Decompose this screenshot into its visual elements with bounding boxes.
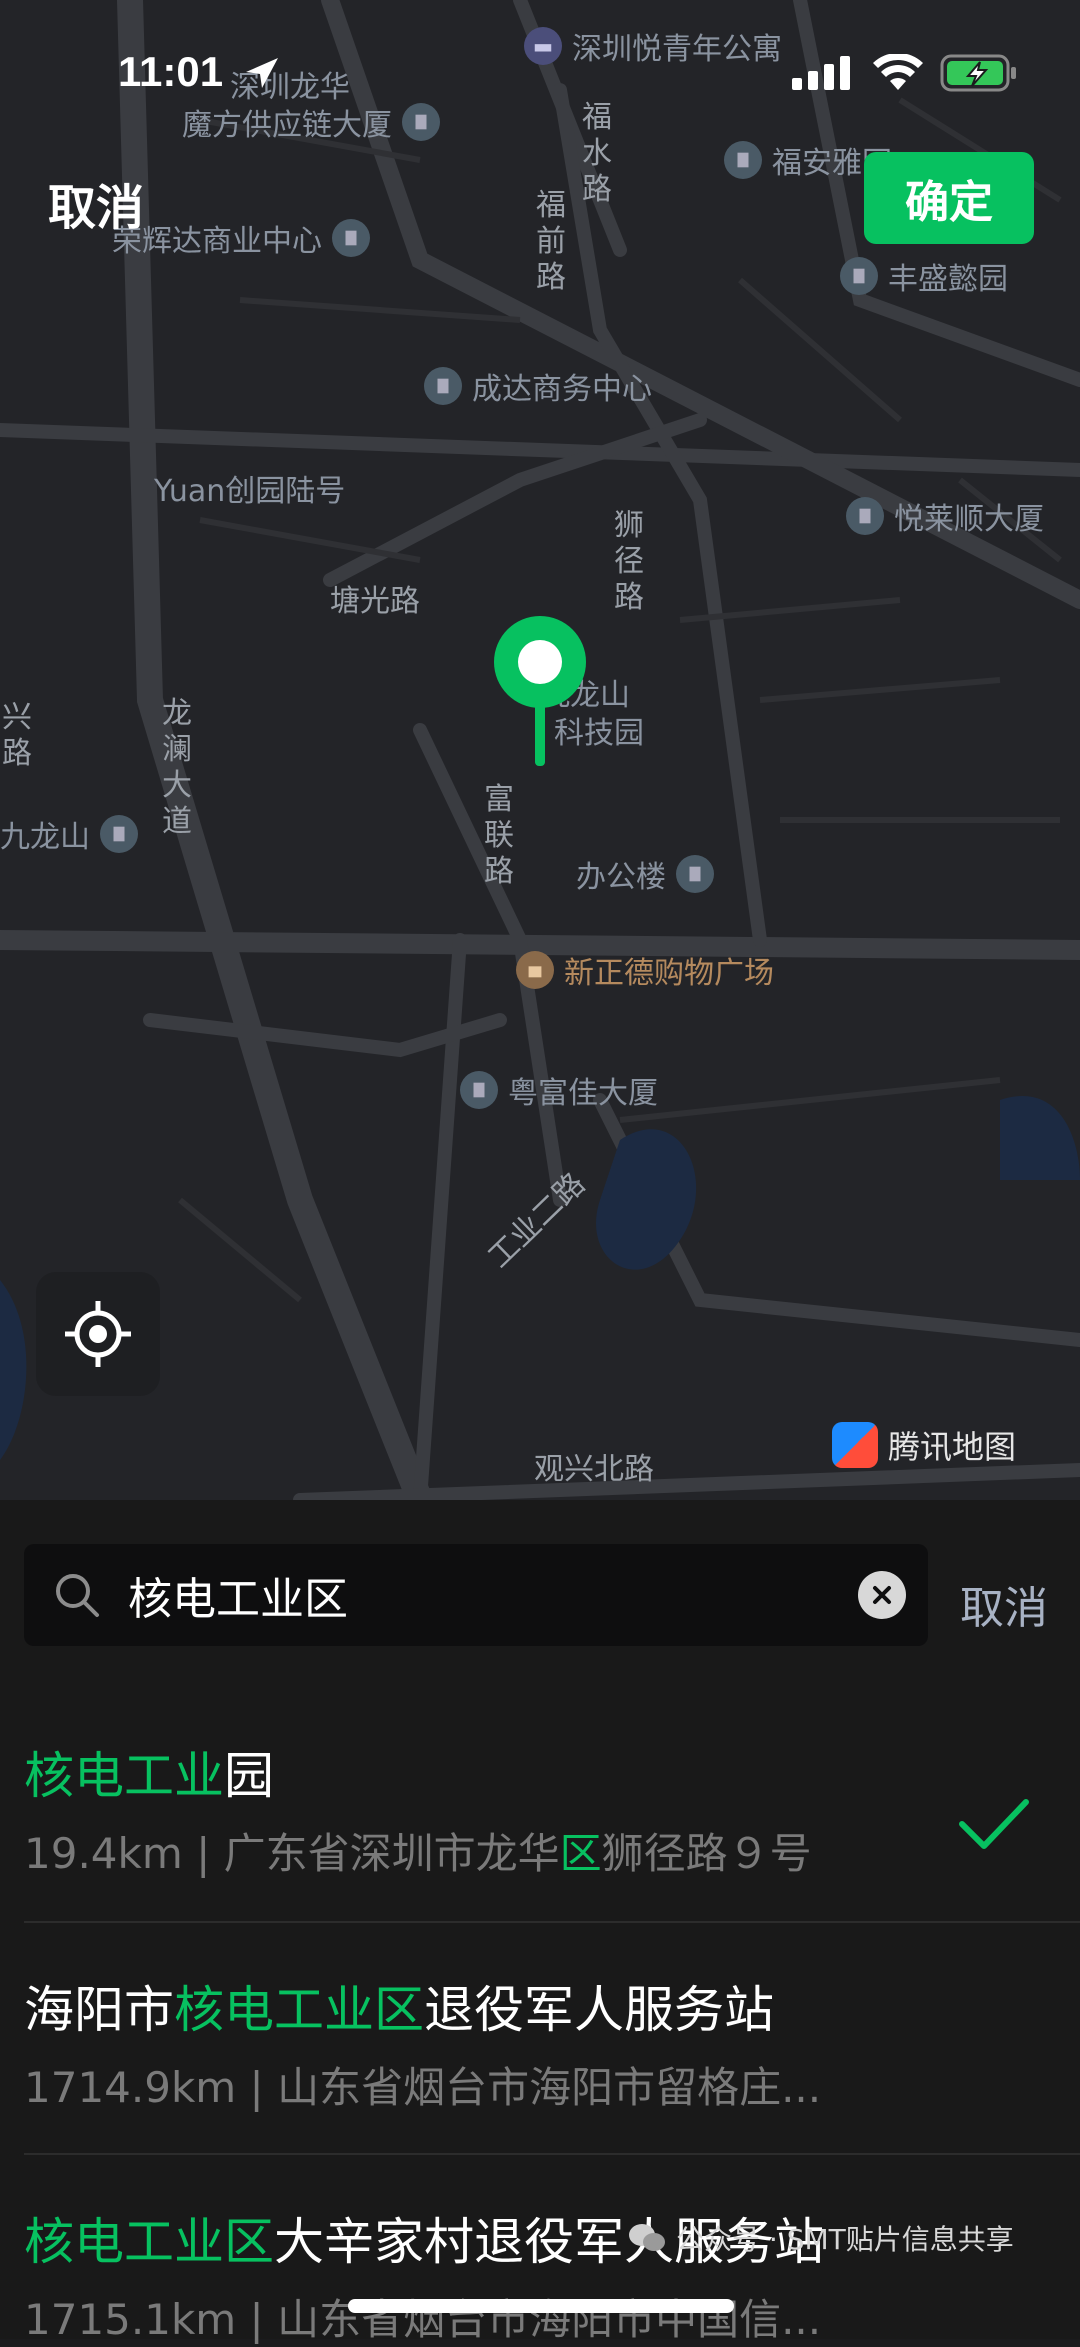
result-item[interactable]: 核电工业园 19.4km | 广东省深圳市龙华区狮径路９号 bbox=[0, 1736, 1080, 1956]
tencent-map-icon bbox=[832, 1422, 878, 1468]
building-icon bbox=[100, 815, 138, 853]
road-label: 兴路 bbox=[2, 700, 32, 771]
building-icon bbox=[332, 219, 370, 257]
wechat-icon bbox=[629, 2224, 665, 2251]
result-subtitle: 19.4km | 广东省深圳市龙华区狮径路９号 bbox=[24, 1829, 812, 1878]
location-pin-icon[interactable] bbox=[492, 612, 588, 776]
confirm-button[interactable]: 确定 bbox=[864, 152, 1034, 244]
map-provider-logo: 腾讯地图 bbox=[832, 1422, 1016, 1468]
watermark: 公众号 · SMT贴片信息共享 bbox=[628, 2218, 1014, 2258]
check-icon bbox=[959, 1799, 1029, 1849]
wifi-icon bbox=[873, 54, 923, 90]
road-label: 福前路 bbox=[536, 188, 566, 295]
road-label: 龙澜大道 bbox=[162, 696, 192, 839]
cancel-button[interactable]: 取消 bbox=[48, 168, 144, 238]
poi-item[interactable]: 悦莱顺大厦 bbox=[846, 494, 1044, 538]
building-icon bbox=[846, 497, 884, 535]
status-bar: 11:01 bbox=[0, 0, 1080, 150]
road-label: 富联路 bbox=[484, 782, 514, 889]
poi-item[interactable]: 荣辉达商业中心 bbox=[112, 216, 370, 260]
search-bar bbox=[24, 1544, 928, 1646]
divider bbox=[24, 2153, 1080, 2155]
search-cancel-button[interactable]: 取消 bbox=[960, 1572, 1048, 1636]
result-subtitle: 1714.9km | 山东省烟台市海阳市留格庄... bbox=[24, 2063, 822, 2112]
building-icon bbox=[424, 367, 462, 405]
road-label: 塘光路 bbox=[330, 584, 420, 619]
crosshair-icon bbox=[65, 1301, 131, 1367]
status-icons bbox=[792, 54, 1018, 92]
poi-item[interactable]: 九龙山 bbox=[0, 812, 138, 856]
poi-item[interactable]: 办公楼 bbox=[576, 852, 714, 896]
road-label: 狮径路 bbox=[614, 508, 644, 615]
road-label: 观兴北路 bbox=[534, 1452, 654, 1487]
poi-item[interactable]: 丰盛懿园 bbox=[840, 254, 1008, 298]
divider bbox=[24, 1921, 1080, 1923]
locate-me-button[interactable] bbox=[36, 1272, 160, 1396]
clear-icon[interactable] bbox=[858, 1571, 906, 1619]
status-time: 11:01 bbox=[118, 48, 224, 95]
building-icon bbox=[840, 257, 878, 295]
home-indicator[interactable] bbox=[348, 2299, 734, 2313]
location-arrow-icon bbox=[246, 58, 278, 88]
search-input[interactable] bbox=[128, 1569, 828, 1621]
poi-item[interactable]: Yuan创园陆号 bbox=[154, 466, 345, 510]
result-item[interactable]: 海阳市核电工业区退役军人服务站 1714.9km | 山东省烟台市海阳市留格庄.… bbox=[0, 1970, 1080, 2190]
result-subtitle: 1715.1km | 山东省烟台市海阳市中国信... bbox=[24, 2295, 822, 2344]
battery-charging-icon bbox=[940, 54, 1016, 92]
building-icon bbox=[676, 855, 714, 893]
result-title: 核电工业园 bbox=[24, 1747, 274, 1805]
cellular-signal-icon bbox=[792, 56, 850, 90]
result-title: 海阳市核电工业区退役军人服务站 bbox=[24, 1981, 774, 2039]
building-icon bbox=[460, 1071, 498, 1109]
search-icon bbox=[56, 1574, 99, 1617]
poi-item[interactable]: 成达商务中心 bbox=[424, 364, 652, 408]
shopping-bag-icon bbox=[516, 951, 554, 989]
search-panel: 取消 核电工业园 19.4km | 广东省深圳市龙华区狮径路９号 海阳市核电工业… bbox=[0, 1500, 1080, 2344]
poi-item[interactable]: 新正德购物广场 bbox=[516, 948, 774, 992]
poi-item[interactable]: 粤富佳大厦 bbox=[460, 1068, 658, 1112]
